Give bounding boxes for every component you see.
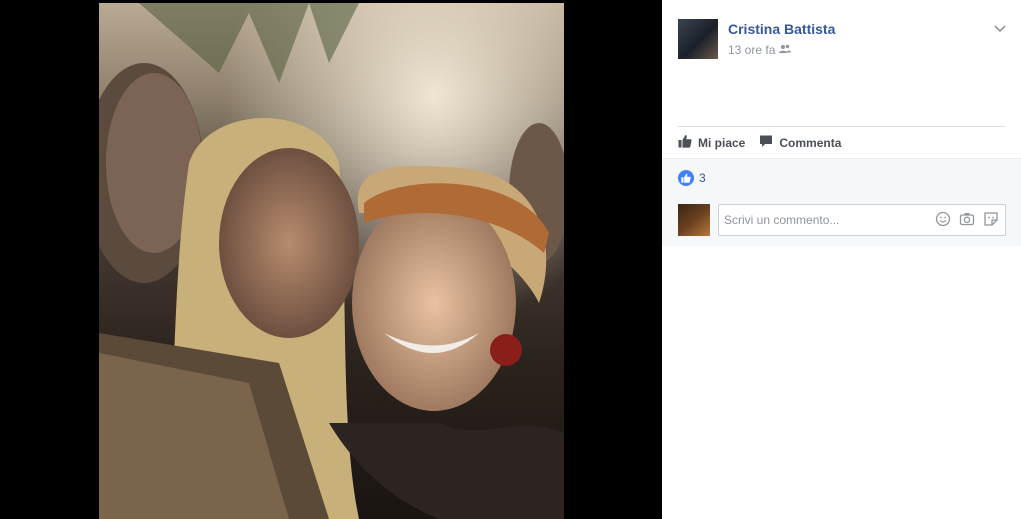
- sticker-icon[interactable]: [983, 211, 999, 227]
- post-photo[interactable]: [99, 3, 564, 519]
- author-avatar[interactable]: [678, 19, 718, 59]
- like-count: 3: [699, 171, 706, 185]
- reaction-summary[interactable]: 3: [678, 170, 706, 186]
- thumbs-up-icon: [678, 134, 692, 151]
- post-timestamp[interactable]: 13 ore fa: [728, 43, 775, 57]
- friends-icon[interactable]: [779, 43, 792, 57]
- comment-composer: Scrivi un commento...: [678, 204, 1006, 236]
- comment-input-tools: [935, 211, 999, 227]
- photo-viewer: [0, 0, 662, 519]
- commenter-avatar: [678, 204, 710, 236]
- post-header: Cristina Battista 13 ore fa: [678, 19, 1007, 61]
- like-label: Mi piace: [698, 135, 746, 150]
- emoji-icon[interactable]: [935, 211, 951, 227]
- photo-content: [99, 3, 564, 519]
- comment-button[interactable]: Commenta: [759, 134, 841, 151]
- author-name-link[interactable]: Cristina Battista: [728, 21, 835, 37]
- post-details-panel: Cristina Battista 13 ore fa Mi piace Com…: [662, 3, 1021, 519]
- like-reaction-icon: [678, 170, 694, 186]
- like-button[interactable]: Mi piace: [678, 134, 745, 151]
- comment-placeholder: Scrivi un commento...: [724, 213, 840, 227]
- comment-icon: [759, 134, 773, 151]
- camera-icon[interactable]: [959, 211, 975, 227]
- post-meta: 13 ore fa: [728, 43, 792, 57]
- post-actions: Mi piace Commenta: [678, 126, 1005, 158]
- chevron-down-icon[interactable]: [993, 21, 1007, 35]
- comment-label: Commenta: [779, 135, 842, 150]
- feedback-section: 3 Scrivi un commento...: [662, 158, 1021, 246]
- comment-input[interactable]: Scrivi un commento...: [718, 204, 1006, 236]
